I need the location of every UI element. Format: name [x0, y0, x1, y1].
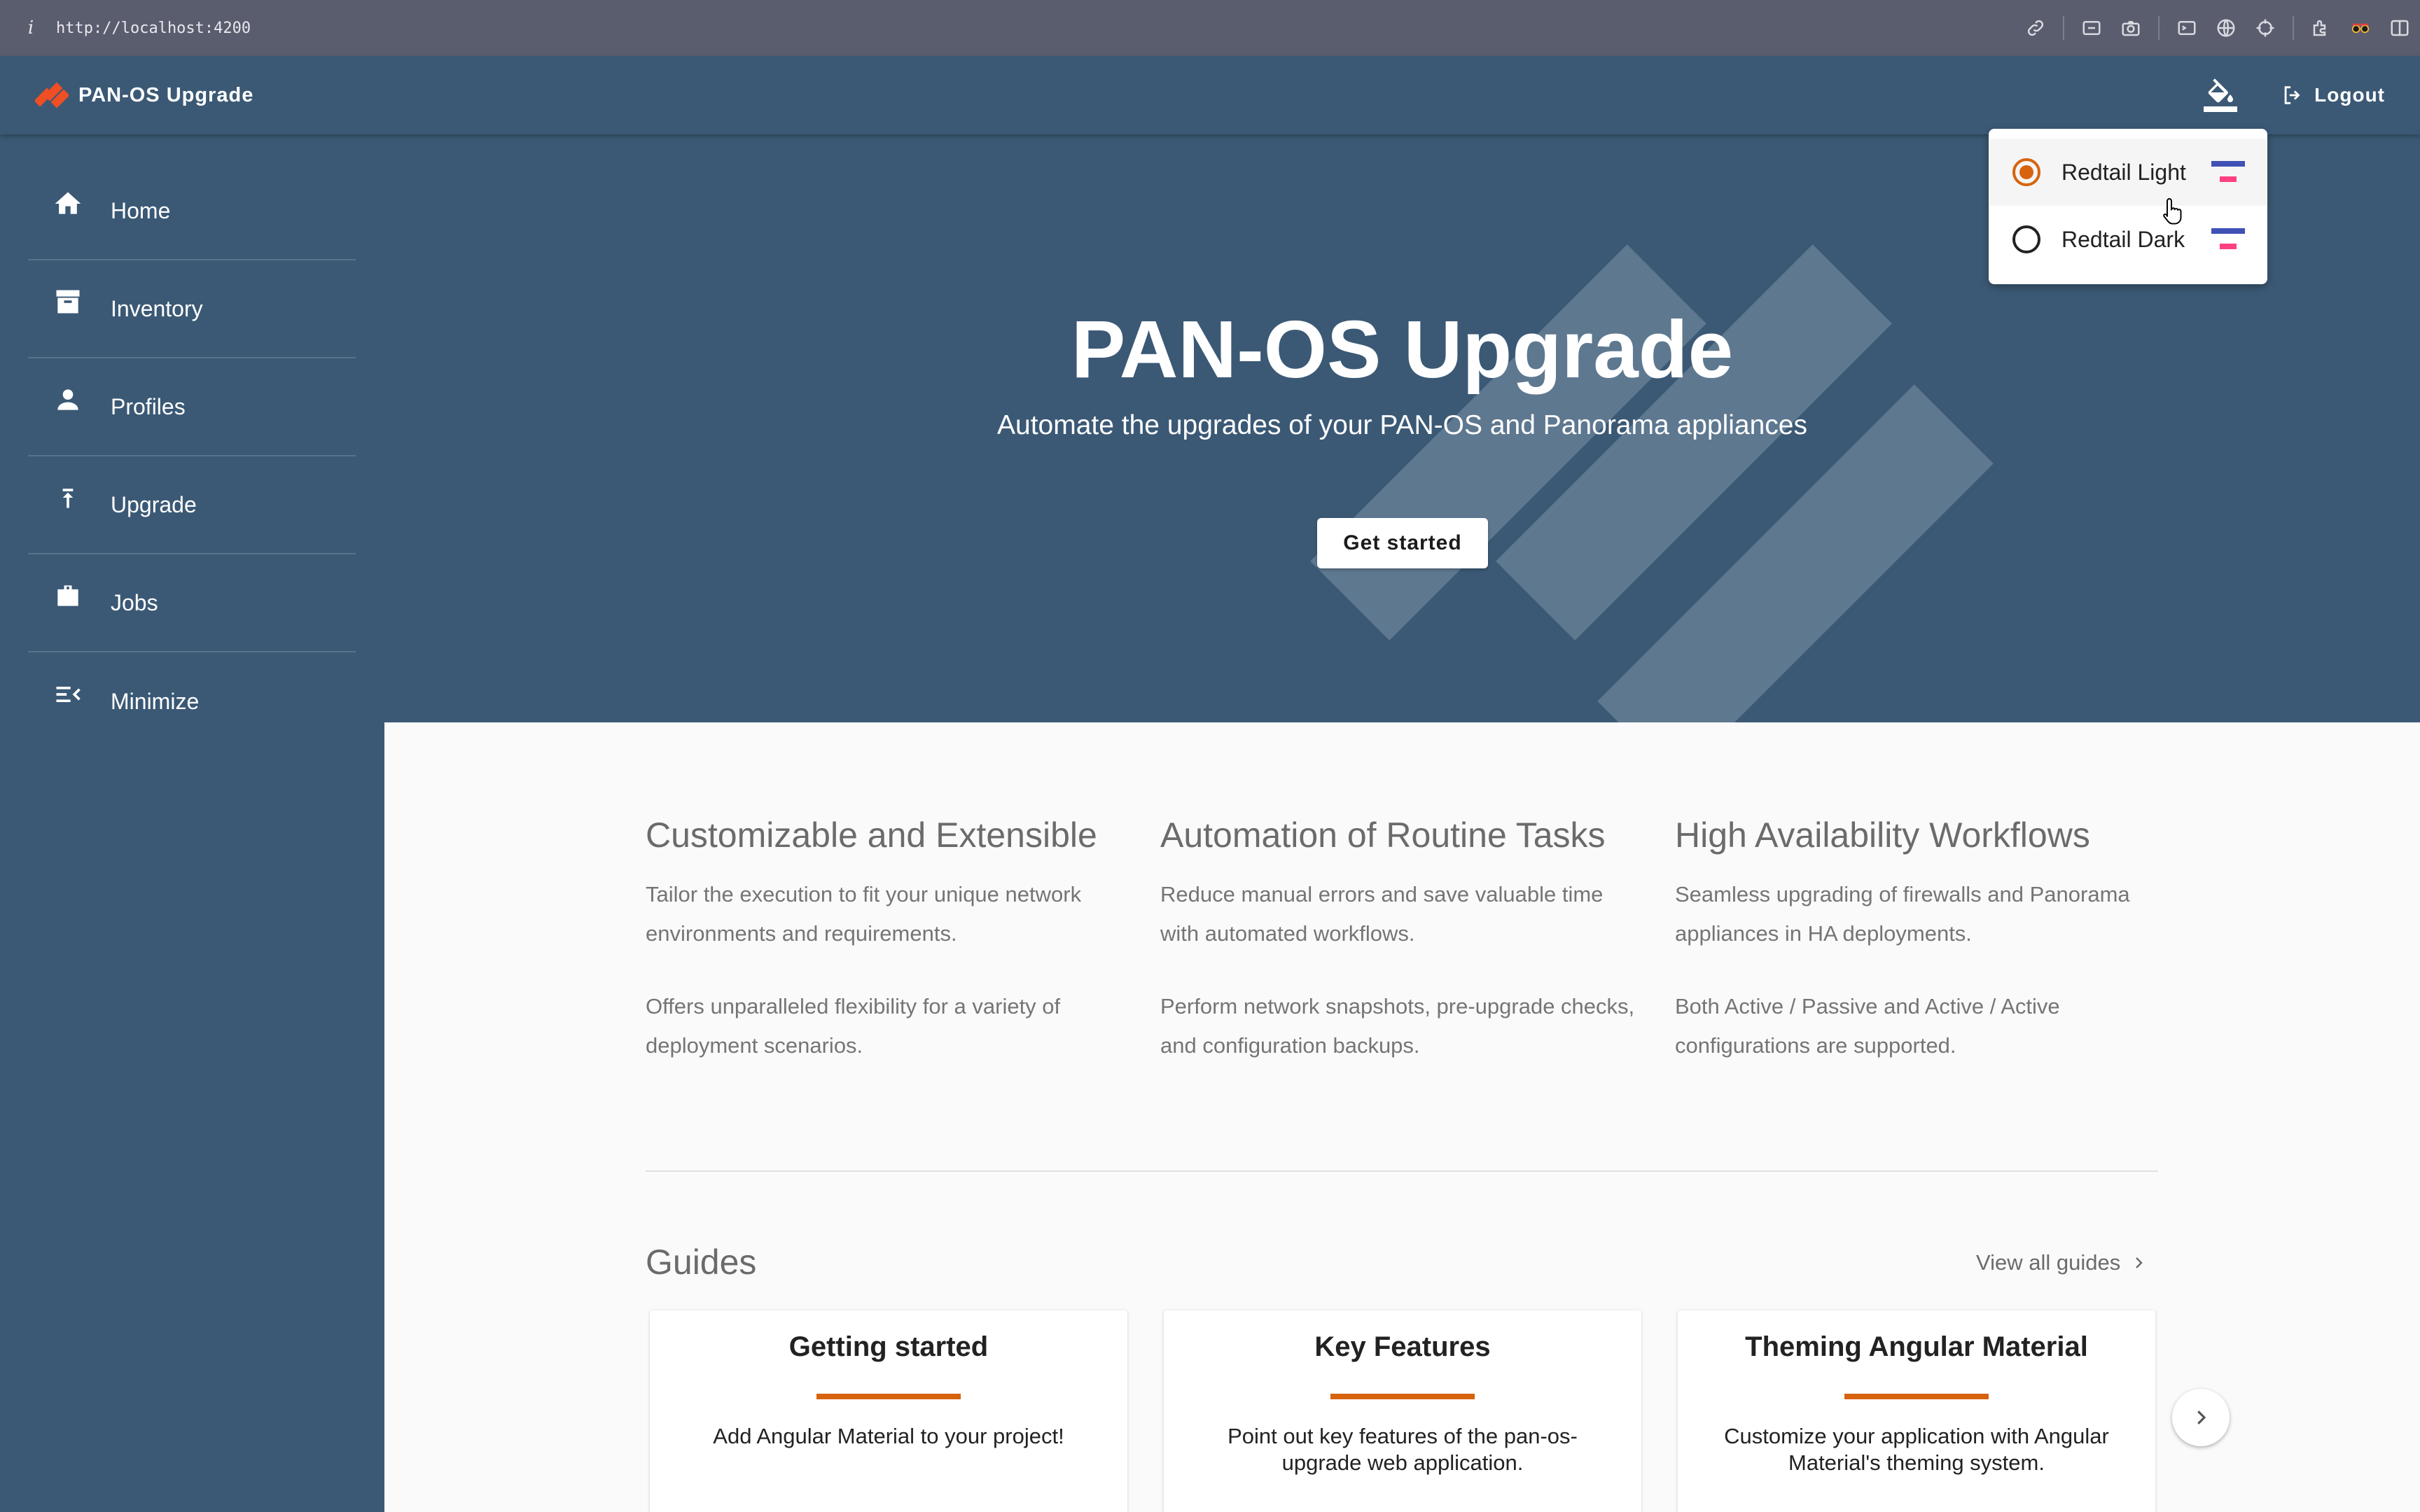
view-all-guides-link[interactable]: View all guides [1976, 1250, 2147, 1275]
guides-title: Guides [646, 1242, 757, 1282]
feature-customizable: Customizable and Extensible Tailor the e… [646, 815, 1122, 1065]
toolbar-separator [2293, 16, 2294, 40]
hero-subtitle: Automate the upgrades of your PAN-OS and… [997, 410, 1807, 440]
sidebar-nav: Home Inventory Profiles Upgrade Jobs Min… [0, 134, 384, 1512]
camera-icon[interactable] [2119, 16, 2143, 40]
link-icon[interactable] [2024, 16, 2047, 40]
site-info-icon[interactable]: i [17, 18, 45, 38]
person-icon [50, 382, 85, 417]
chevron-right-icon [2197, 1410, 2206, 1424]
feature-title: High Availability Workflows [1675, 816, 2090, 855]
browser-address-bar: i http://localhost:4200 [0, 0, 2420, 56]
theme-option-label: Redtail Dark [2061, 226, 2185, 252]
guide-card-title: Getting started [788, 1331, 989, 1362]
spy-glasses-icon[interactable] [2349, 16, 2372, 40]
feature-text: Perform network snapshots, pre-upgrade c… [1160, 994, 1635, 1058]
sidebar-item-minimize[interactable]: Minimize [28, 652, 356, 750]
logout-icon [2284, 86, 2300, 104]
view-all-label: View all guides [1976, 1250, 2121, 1275]
sidebar-item-label: Inventory [111, 295, 203, 321]
theme-option-label: Redtail Light [2061, 159, 2186, 185]
terminal-icon[interactable] [2175, 16, 2199, 40]
feature-text: Offers unparalleled flexibility for a va… [646, 994, 1061, 1058]
feature-text: Reduce manual errors and save valuable t… [1160, 882, 1604, 946]
screenshot-icon[interactable] [2080, 16, 2103, 40]
radio-unselected-icon[interactable] [2012, 225, 2040, 253]
sidebar-item-label: Profiles [111, 393, 186, 419]
sidebar-item-jobs[interactable]: Jobs [28, 554, 356, 652]
feature-automation: Automation of Routine Tasks Reduce manua… [1160, 815, 1636, 1065]
guide-card-accent [1844, 1394, 1989, 1399]
sidebar-item-label: Upgrade [111, 491, 197, 517]
guide-card-accent [816, 1394, 961, 1399]
app-title[interactable]: PAN-OS Upgrade [78, 84, 253, 107]
feature-text: Tailor the execution to fit your unique … [646, 882, 1082, 946]
guide-card-title: Key Features [1314, 1331, 1491, 1362]
sidebar-item-label: Home [111, 197, 171, 223]
toolbar-separator [2158, 16, 2160, 40]
sidebar-item-home[interactable]: Home [28, 162, 356, 260]
sidebar-item-label: Minimize [111, 688, 200, 714]
sidebar-item-profiles[interactable]: Profiles [28, 358, 356, 456]
paloalto-logo-icon[interactable] [35, 81, 69, 109]
guide-card-description: Customize your application with Angular … [1724, 1424, 2109, 1475]
sidebar-toggle-icon[interactable] [2388, 16, 2412, 40]
chevron-right-icon [2136, 1257, 2143, 1268]
section-divider [646, 1170, 2158, 1172]
theme-picker-button[interactable] [2201, 76, 2240, 115]
theme-swatch-icon [2211, 161, 2245, 185]
archive-icon [50, 284, 85, 319]
menu-collapse-icon [50, 677, 85, 712]
guide-card-getting-started[interactable]: Getting started Add Angular Material to … [650, 1310, 1127, 1512]
briefcase-icon [50, 578, 85, 613]
carousel-next-button[interactable] [2172, 1389, 2230, 1446]
globe-icon[interactable] [2214, 16, 2238, 40]
sidebar-item-upgrade[interactable]: Upgrade [28, 456, 356, 554]
theme-picker-menu: Redtail Light Redtail Dark [1989, 129, 2267, 284]
feature-high-availability: High Availability Workflows Seamless upg… [1675, 815, 2151, 1065]
radio-selected-icon[interactable] [2012, 158, 2040, 186]
guide-card-accent [1330, 1394, 1475, 1399]
hand-cursor-icon [2163, 198, 2182, 225]
feature-text: Seamless upgrading of firewalls and Pano… [1675, 882, 2130, 946]
sidebar-item-label: Jobs [111, 589, 158, 615]
feature-title: Automation of Routine Tasks [1160, 816, 1606, 855]
toolbar-separator [2063, 16, 2064, 40]
logout-label: Logout [2314, 84, 2385, 106]
logout-button[interactable]: Logout [2281, 83, 2385, 107]
guide-card-key-features[interactable]: Key Features Point out key features of t… [1164, 1310, 1641, 1512]
home-icon [50, 186, 85, 221]
hero-title: PAN-OS Upgrade [1071, 304, 1734, 395]
feature-text: Both Active / Passive and Active / Activ… [1675, 994, 2060, 1058]
sidebar-item-inventory[interactable]: Inventory [28, 260, 356, 358]
app-toolbar: PAN-OS Upgrade Logout [0, 56, 2420, 134]
crosshair-icon[interactable] [2253, 16, 2277, 40]
guide-card-description: Point out key features of the pan-os-upg… [1228, 1424, 1578, 1475]
format-color-fill-icon [2204, 78, 2238, 112]
guide-card-description: Add Angular Material to your project! [713, 1424, 1064, 1448]
upload-arrow-icon [50, 480, 85, 515]
theme-swatch-icon [2211, 228, 2245, 252]
url-text[interactable]: http://localhost:4200 [56, 20, 251, 37]
guide-card-theming[interactable]: Theming Angular Material Customize your … [1678, 1310, 2155, 1512]
theme-option-redtail-light[interactable]: Redtail Light [1989, 139, 2267, 206]
theme-option-redtail-dark[interactable]: Redtail Dark [1989, 206, 2267, 273]
feature-title: Customizable and Extensible [646, 816, 1097, 855]
extension-icon[interactable] [2309, 16, 2333, 40]
guide-card-title: Theming Angular Material [1745, 1331, 2088, 1362]
get-started-button[interactable]: Get started [1317, 518, 1488, 568]
